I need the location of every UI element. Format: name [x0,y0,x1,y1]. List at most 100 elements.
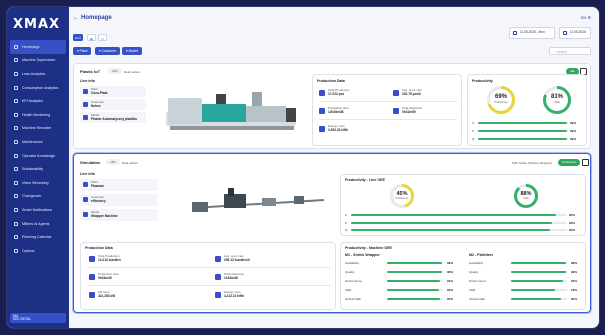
user-detail-link[interactable]: SEE DETAIL [13,317,63,322]
filter-plant-button[interactable]: ▾ Plant [73,47,92,55]
sidebar-item-machine-recorder[interactable]: Machine Recorder [7,122,69,136]
labels-toggle-label: Real Labels [124,69,140,74]
labels-toggle[interactable]: OFF [108,68,122,74]
bar-track [478,138,568,140]
bar-fill [351,229,550,231]
clock-icon [319,108,325,114]
plug-icon [89,292,95,298]
sidebar-item-label: Machine Recorder [22,126,52,131]
language-selector[interactable]: EN ⚙ [581,15,591,20]
bar-fill [511,262,566,264]
row-label: Performance [345,279,363,283]
pd-production-time: Production time 12h28m38 [319,106,349,114]
pd-energy: Energy cons. 3,453.23 kWh [319,124,348,132]
gauge-value: 69% [494,94,507,100]
view-list-button[interactable]: ▤ [87,34,96,41]
pause-icon [215,274,221,280]
line-card-plastic-iot[interactable]: Plastic IoT OFF Real Labels Idle Line In… [73,63,591,149]
sidebar-item-maintenance[interactable]: Maintenance [7,135,69,149]
machine-oee-row: Availability 98% [469,261,583,265]
bar-fill [387,262,443,264]
bar-track [511,262,567,264]
sidebar-item-options[interactable]: Options [7,244,69,258]
productivity-title: Productivity [472,79,493,83]
injection-machine-image [166,92,296,130]
sidebar-item-lean-analytics[interactable]: Lean Analytics [7,67,69,81]
record-icon [14,126,18,131]
calendar-icon [14,235,18,240]
machine-oee-row: OEE 93% [345,288,459,292]
machine-2-title: M2 - Palletizer [469,253,493,257]
sidebar-item-planning-calendar[interactable]: Planning Calendar [7,230,69,244]
bar-fill [478,138,568,140]
bee-icon [14,221,18,226]
machine-oee-row: Global OEE 95% [345,297,459,301]
bar-fill [387,271,442,273]
row-label: Global OEE [469,297,485,301]
sidebar-item-label: KPI Analytics [22,99,43,104]
pd-total-production: Total Production 17.222 pcs [319,88,350,96]
sidebar-item-machine-supervision[interactable]: Machine Supervision [7,54,69,68]
bar-value: 92% [569,228,576,232]
sidebar-item-sustainability[interactable]: Sustainability [7,162,69,176]
machine-oee-row: Performance 93% [469,279,583,283]
sidebar-item-consumption-analytics[interactable]: Consumption Analytics [7,81,69,95]
sidebar-item-label: Smart Notifications [22,207,53,212]
swap-icon [14,194,18,199]
sidebar-item-homepage[interactable]: Homepage [10,40,66,54]
sidebar-item-mbees-ai-agents[interactable]: MBees AI Agents [7,217,69,231]
bar-track [478,122,568,124]
sidebar-item-label: Sustainability [22,167,44,172]
line-info-customer: Customer Nehes [80,99,146,110]
back-arrow-icon[interactable]: ← [73,15,79,21]
pd-energy: Energy cons. 4,212.10 kWh [215,290,244,298]
date-from-field[interactable]: 11.05.2025 - Mon [509,27,555,39]
search-input[interactable]: ⌕ Search... [549,47,591,55]
kpi-icon [14,99,18,104]
bar-label: Q [472,137,475,141]
bar-track [511,280,567,282]
row-value: 93% [571,279,578,283]
status-badge: Production [558,159,581,166]
gauge-value: 88% [520,190,532,197]
sidebar-item-kpi-analytics[interactable]: KPI Analytics [7,94,69,108]
sidebar-item-video-streaming[interactable]: Video Streaming [7,176,69,190]
pd-production-time: Production time 9h24m49 [89,272,119,280]
view-grid-button[interactable]: Grid [73,34,83,41]
filter-model-button[interactable]: ▾ Model [122,47,142,55]
row-value: 98% [571,261,578,265]
productivity-gauge: 45% Productivity [389,183,415,209]
labels-toggle[interactable]: OFF [106,159,120,165]
bar-value: 93% [569,220,576,225]
gauge-label: Productivity [395,197,409,200]
speed-icon [215,256,221,262]
bar-row: Q 92% [345,228,581,232]
bar-value: 95% [569,213,576,217]
sidebar-item-operator-knowledge[interactable]: Operator Knowledge [7,149,69,163]
app-window: XMAX Homepage Machine Supervision Lean Ana… [7,7,599,328]
line-card-simulation[interactable]: Simulation OFF Real Labels SIM: Stride (… [73,153,591,313]
row-label: OEE [345,288,352,292]
bolt-icon [215,292,221,298]
sidebar-item-smart-notifications[interactable]: Smart Notifications [7,203,69,217]
sidebar-item-label: MBees AI Agents [22,221,50,226]
bar-label: A [345,213,348,217]
print-icon[interactable] [582,159,589,166]
gauge-value: 45% [396,190,408,197]
date-to-field[interactable]: 11.05.2025 [559,27,591,39]
view-compact-button[interactable]: ▭ [98,34,107,41]
production-data-title: Production Data [317,79,345,83]
user-chip[interactable]: Moi SEE DETAIL [10,313,66,323]
machine-oee-row: Quality 98% [345,270,459,274]
bar-track [387,262,443,264]
sidebar-item-changeover[interactable]: Changeover [7,190,69,204]
pd-total-downtime: Total downtime 0h31m59 [393,106,422,114]
sidebar-item-health-monitoring[interactable]: Health Monitoring [7,108,69,122]
heart-icon [14,112,18,117]
machine-oee-panel: Productivity - Machine OEE M1 - Shrink W… [340,242,586,310]
production-data-panel: Production Data Total Production 12,212 b… [80,242,336,310]
bar-track [351,221,567,224]
filter-customer-button[interactable]: ▾ Customer [95,47,121,55]
bar-fill [511,289,555,291]
bolt-icon [319,126,325,132]
